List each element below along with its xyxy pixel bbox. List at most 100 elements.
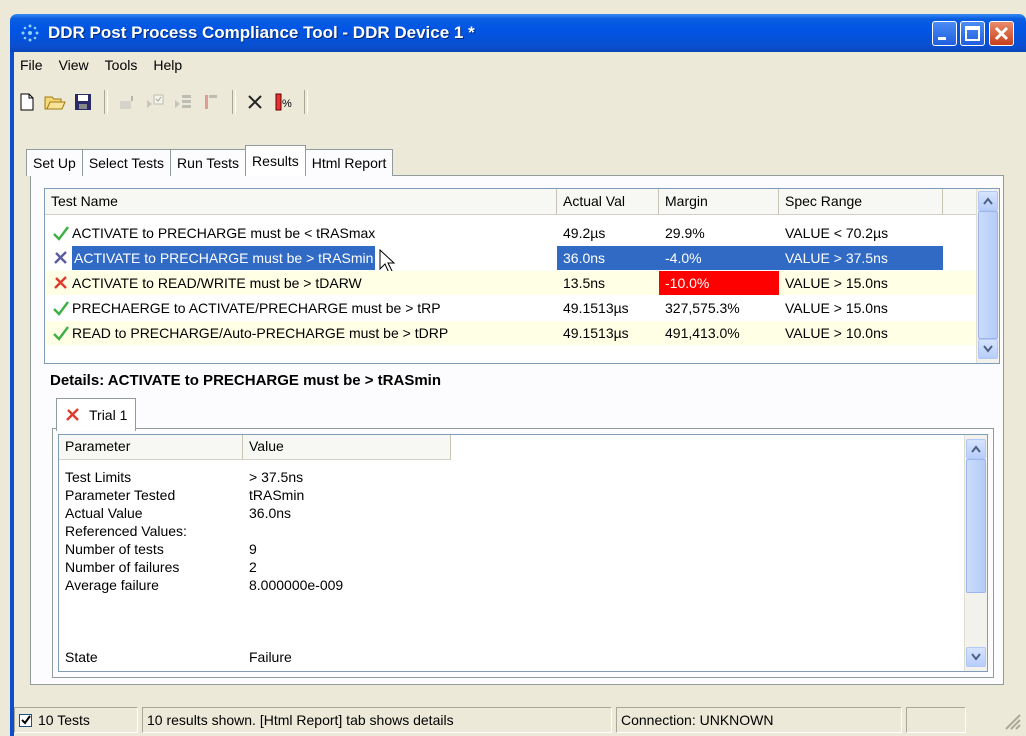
title-bar[interactable]: DDR Post Process Compliance Tool - DDR D…	[10, 14, 1026, 52]
trial-tab-label: Trial 1	[89, 407, 128, 423]
stop-button[interactable]	[198, 89, 224, 115]
menu-help[interactable]: Help	[145, 57, 190, 73]
results-list[interactable]: Test Name Actual Val Margin Spec Range A…	[44, 188, 1000, 364]
parameter-name: Average failure	[65, 577, 159, 593]
parameter-value: 8.000000e-009	[249, 577, 344, 593]
parameter-value: Failure	[249, 649, 292, 665]
save-button[interactable]	[70, 89, 96, 115]
parameter-row: Number of tests 9	[59, 541, 257, 557]
tab-select-tests[interactable]: Select Tests	[81, 149, 172, 176]
chevron-down-icon	[971, 653, 981, 661]
column-spec-range[interactable]: Spec Range	[779, 189, 943, 214]
run-selected-icon	[147, 94, 164, 108]
parameter-name: Referenced Values:	[65, 523, 187, 539]
parameter-name: Test Limits	[65, 469, 132, 485]
scroll-thumb[interactable]	[978, 211, 998, 339]
margin-button[interactable]: %	[270, 89, 296, 115]
column-margin[interactable]: Margin	[659, 189, 779, 214]
parameter-name: Actual Value	[65, 505, 143, 521]
result-row[interactable]: READ to PRECHARGE/Auto-PRECHARGE must be…	[45, 321, 979, 345]
results-scrollbar[interactable]	[976, 189, 999, 363]
parameter-row: State Failure	[59, 649, 292, 665]
column-value[interactable]: Value	[243, 435, 451, 459]
column-actual-val[interactable]: Actual Val	[557, 189, 659, 214]
scroll-up-button[interactable]	[966, 439, 986, 459]
scroll-down-button[interactable]	[966, 647, 986, 667]
results-header: Test Name Actual Val Margin Spec Range	[45, 189, 977, 215]
delete-icon	[248, 95, 262, 109]
status-message: 10 results shown. [Html Report] tab show…	[142, 707, 612, 733]
checkmark-icon	[20, 715, 31, 725]
close-button[interactable]	[989, 21, 1014, 46]
parameter-name: Parameter Tested	[65, 487, 176, 503]
scroll-up-button[interactable]	[978, 191, 998, 211]
result-row[interactable]: ACTIVATE to PRECHARGE must be < tRASmax …	[45, 221, 943, 245]
app-logo-icon	[21, 24, 39, 42]
tab-trial-1[interactable]: Trial 1	[56, 398, 137, 431]
tests-checkbox[interactable]	[19, 713, 32, 727]
new-button[interactable]	[14, 89, 40, 115]
parameter-scrollbar[interactable]	[964, 435, 987, 671]
menu-tools[interactable]: Tools	[97, 57, 146, 73]
parameter-list[interactable]: Parameter Value Test Limits > 37.5ns Para…	[58, 434, 988, 672]
scroll-down-button[interactable]	[978, 339, 998, 359]
resize-grip-icon[interactable]	[1000, 709, 1022, 731]
result-row[interactable]: ACTIVATE to READ/WRITE must be > tDARW 1…	[45, 271, 979, 295]
export-button[interactable]	[114, 89, 140, 115]
details-title: Details: ACTIVATE to PRECHARGE must be >…	[50, 372, 442, 389]
open-button[interactable]	[42, 89, 68, 115]
parameter-header: Parameter Value	[59, 435, 451, 460]
test-name: PRECHAERGE to ACTIVATE/PRECHARGE must be…	[72, 300, 441, 316]
actual-value: 49.2µs	[563, 225, 606, 241]
open-folder-icon	[44, 96, 66, 110]
toolbar-separator	[232, 90, 236, 114]
tab-set-up[interactable]: Set Up	[26, 149, 83, 176]
tests-count: 10 Tests	[38, 712, 90, 728]
run-list-icon	[175, 95, 191, 108]
pass-check-icon	[51, 298, 71, 318]
run-selected-button[interactable]	[142, 89, 168, 115]
parameter-value: > 37.5ns	[249, 469, 304, 485]
parameter-value	[243, 523, 249, 539]
result-row-selected[interactable]: ACTIVATE to PRECHARGE must be > tRASmin …	[45, 246, 943, 274]
menu-file[interactable]: File	[14, 57, 51, 73]
toolbar: %	[14, 84, 1026, 120]
maximize-button[interactable]	[960, 21, 985, 46]
actual-value: 13.5ns	[563, 275, 606, 291]
scroll-thumb[interactable]	[966, 459, 986, 593]
parameter-value: 9	[249, 541, 257, 557]
save-icon	[75, 94, 91, 110]
tab-results[interactable]: Results	[245, 145, 306, 176]
parameter-value: 2	[249, 559, 257, 575]
tests-count-panel[interactable]: 10 Tests	[14, 707, 138, 733]
result-row[interactable]: PRECHAERGE to ACTIVATE/PRECHARGE must be…	[45, 296, 943, 320]
margin-value: -10.0%	[659, 271, 779, 295]
stop-icon	[205, 95, 217, 109]
margin-value: 29.9%	[665, 225, 705, 241]
chevron-down-icon	[983, 345, 993, 353]
main-tabs: Set Up Select Tests Run Tests Results Ht…	[26, 145, 394, 176]
spec-range: VALUE > 37.5ns	[779, 246, 943, 270]
maximize-icon	[965, 26, 980, 41]
parameter-row: Test Limits > 37.5ns	[59, 469, 303, 485]
column-parameter[interactable]: Parameter	[59, 435, 243, 459]
minimize-button[interactable]	[932, 21, 957, 46]
run-list-button[interactable]	[170, 89, 196, 115]
pass-check-icon	[51, 223, 71, 243]
margin-value: 327,575.3%	[665, 300, 740, 316]
pass-check-icon	[51, 323, 71, 343]
menu-view[interactable]: View	[51, 57, 97, 73]
test-name: ACTIVATE to PRECHARGE must be < tRASmax	[72, 225, 376, 241]
close-icon	[994, 26, 1009, 41]
parameter-row: Referenced Values:	[59, 523, 249, 539]
tab-run-tests[interactable]: Run Tests	[170, 149, 247, 176]
tab-html-report[interactable]: Html Report	[304, 149, 394, 176]
chevron-up-icon	[971, 445, 981, 453]
delete-button[interactable]	[242, 89, 268, 115]
spec-range: VALUE < 70.2µs	[785, 225, 889, 241]
parameter-row: Actual Value 36.0ns	[59, 505, 291, 521]
fail-x-icon	[51, 248, 71, 268]
spec-range: VALUE > 15.0ns	[785, 275, 888, 291]
column-test-name[interactable]: Test Name	[45, 189, 557, 214]
new-file-icon	[20, 93, 34, 111]
